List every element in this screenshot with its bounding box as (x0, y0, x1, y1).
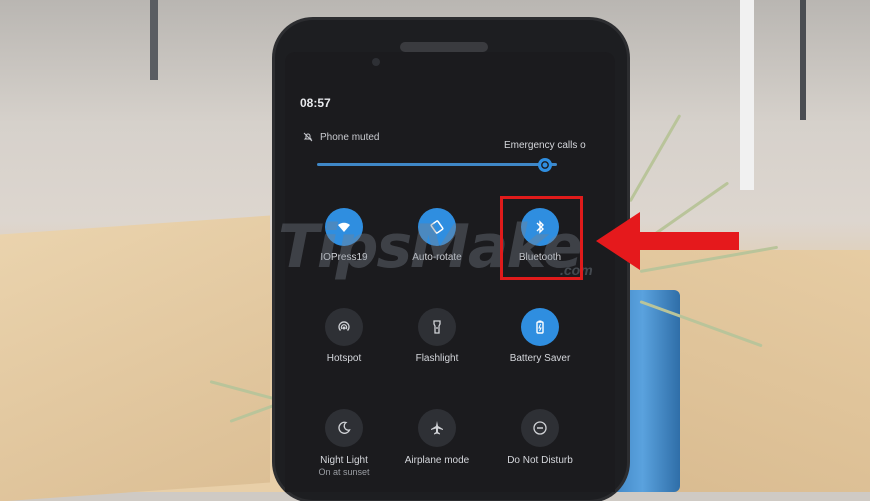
background-pole (740, 0, 754, 190)
flashlight-icon (433, 320, 441, 334)
moon-icon (338, 421, 351, 434)
background-pole (800, 0, 806, 120)
tile-flashlight-button[interactable] (418, 308, 456, 346)
tile-hotspot-button[interactable] (325, 308, 363, 346)
tile-battery-button[interactable] (521, 308, 559, 346)
background-pole (150, 0, 158, 80)
battery-icon (536, 320, 544, 334)
tile-moon-button[interactable] (325, 409, 363, 447)
tile-sublabel: On at sunset (318, 467, 370, 477)
hotspot-icon (338, 321, 350, 331)
tile-label: Do Not Disturb (507, 455, 573, 466)
do-not-disturb-icon (533, 421, 547, 435)
brightness-thumb-icon[interactable] (537, 157, 553, 173)
table-surface-left (0, 215, 270, 501)
tile-do-not-disturb-button[interactable] (521, 409, 559, 447)
tile-label: Airplane mode (404, 455, 470, 466)
bluetooth-highlight-box (500, 196, 583, 280)
emergency-calls-label: Emergency calls o (504, 140, 586, 151)
phone-speaker (400, 42, 488, 52)
red-arrow-icon (596, 212, 739, 270)
airplane-icon (431, 421, 443, 435)
tile-airplane-button[interactable] (418, 409, 456, 447)
bell-muted-icon (303, 132, 313, 142)
tile-label: Night Light (320, 455, 368, 466)
status-time: 08:57 (300, 96, 331, 110)
brightness-slider[interactable] (317, 163, 557, 166)
phone-muted-label: Phone muted (320, 132, 380, 143)
tile-label: Flashlight (415, 353, 459, 364)
tile-label: Battery Saver (509, 353, 571, 364)
tile-label: Hotspot (326, 353, 362, 364)
front-camera (372, 58, 380, 66)
